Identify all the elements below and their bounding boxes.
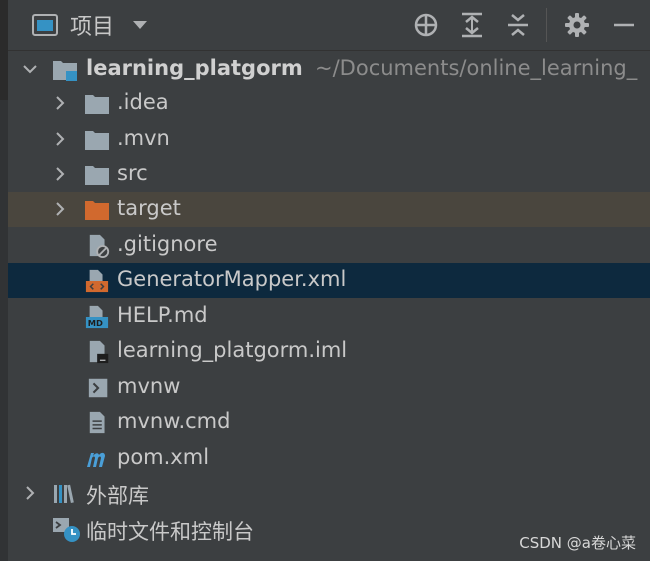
module-folder-icon <box>53 61 77 81</box>
root-path: ~/Documents/online_learning_ <box>315 56 638 80</box>
tree-item-label: 临时文件和控制台 <box>86 520 254 544</box>
chevron-right-icon[interactable] <box>52 131 68 147</box>
tree-item-generatormapper-xml[interactable]: GeneratorMapper.xml <box>8 263 650 298</box>
tree-item-label: HELP.md <box>117 303 208 327</box>
chevron-right-icon[interactable] <box>52 201 68 217</box>
tree-item-mvn[interactable]: .mvn <box>8 122 650 157</box>
tree-item-label: .mvn <box>117 126 170 150</box>
tree-item-target[interactable]: target <box>8 192 650 227</box>
tree-item-label: GeneratorMapper.xml <box>117 267 347 291</box>
tree-item-help-md[interactable]: MD HELP.md <box>8 299 650 334</box>
tree-item-label: learning_platgorm.iml <box>117 338 348 362</box>
root-name: learning_platgorm <box>86 56 303 80</box>
folder-icon <box>85 95 109 114</box>
tree-item-mvnw-cmd[interactable]: mvnw.cmd <box>8 405 650 440</box>
tree-item-label: pom.xml <box>117 445 210 469</box>
text-file-icon <box>89 411 105 434</box>
locate-icon[interactable] <box>412 11 440 39</box>
svg-text:MD: MD <box>88 318 103 328</box>
markdown-file-icon: MD <box>85 305 109 328</box>
left-edge-strip <box>0 0 8 561</box>
chevron-right-icon[interactable] <box>22 485 38 501</box>
project-tool-window-header: 项目 <box>8 0 650 51</box>
tree-item-label: src <box>117 161 148 185</box>
tree-item-label: .gitignore <box>117 232 218 256</box>
minimize-icon[interactable] <box>610 11 638 39</box>
tree-root[interactable]: learning_platgorm ~/Documents/online_lea… <box>8 52 650 87</box>
tree-item-mvnw[interactable]: mvnw <box>8 370 650 405</box>
header-toolbar <box>8 0 650 50</box>
tree-item-label: mvnw <box>117 374 181 398</box>
iml-file-icon <box>89 340 109 364</box>
tree-item-label: .idea <box>117 90 169 114</box>
watermark: CSDN @a卷心菜 <box>519 534 636 552</box>
tree-item-external-libraries[interactable]: 外部库 <box>8 476 650 511</box>
toolbar-separator <box>546 8 547 42</box>
left-edge-shade <box>0 0 8 100</box>
tree-item-src[interactable]: src <box>8 157 650 192</box>
shell-script-icon <box>88 378 108 398</box>
chevron-right-icon[interactable] <box>52 95 68 111</box>
tree-item-label: mvnw.cmd <box>117 409 231 433</box>
tree-item-label: target <box>117 196 181 220</box>
tree-item-idea[interactable]: .idea <box>8 86 650 121</box>
ignored-file-icon <box>89 234 110 258</box>
collapse-all-icon[interactable] <box>504 11 532 39</box>
expand-all-icon[interactable] <box>458 11 486 39</box>
folder-icon <box>85 131 109 150</box>
chevron-right-icon[interactable] <box>52 166 68 182</box>
tree-item-gitignore[interactable]: .gitignore <box>8 228 650 263</box>
maven-icon <box>87 452 105 467</box>
xml-file-icon <box>85 269 109 293</box>
library-icon <box>54 484 74 504</box>
folder-icon <box>85 166 109 185</box>
tree-item-label: 外部库 <box>86 484 149 508</box>
scratches-icon <box>53 518 80 542</box>
excluded-folder-icon <box>85 201 109 220</box>
gear-icon[interactable] <box>563 11 591 39</box>
tree-item-iml[interactable]: learning_platgorm.iml <box>8 334 650 369</box>
tree-item-pom-xml[interactable]: pom.xml <box>8 441 650 476</box>
chevron-down-icon[interactable] <box>22 61 38 77</box>
